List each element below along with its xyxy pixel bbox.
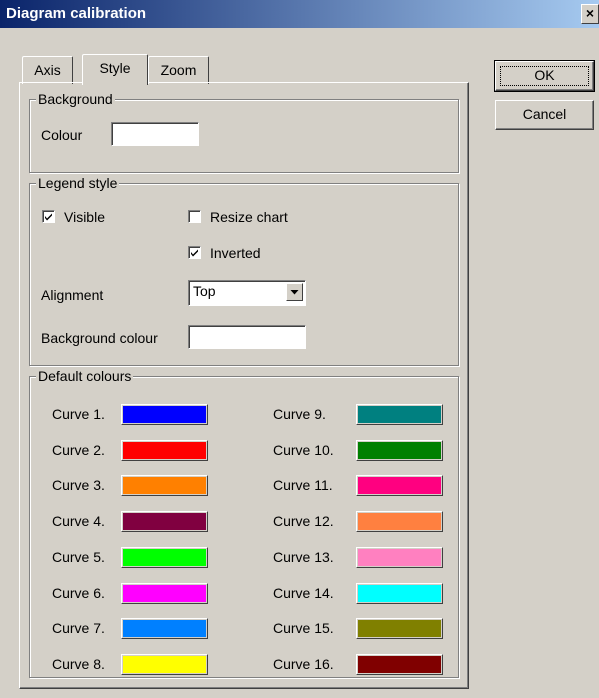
curve-colour-swatch (123, 548, 206, 566)
curve-label: Curve 16. (273, 655, 334, 672)
resize-chart-checkbox[interactable] (188, 210, 201, 223)
tab-axis[interactable]: Axis (22, 56, 73, 84)
default-colours-group-title: Default colours (36, 368, 134, 384)
legend-background-colour-field[interactable] (188, 325, 306, 349)
curve-colour-button[interactable] (121, 404, 208, 425)
tab-zoom[interactable]: Zoom (148, 56, 209, 84)
alignment-value: Top (193, 283, 216, 299)
checkmark-icon (45, 213, 52, 221)
curve-colour-button[interactable] (121, 439, 208, 461)
background-group-title: Background (36, 91, 115, 107)
curve-label: Curve 15. (273, 620, 334, 637)
curve-label: Curve 6. (52, 584, 105, 601)
curve-colour-button[interactable] (121, 582, 208, 604)
curve-colour-swatch (123, 406, 206, 423)
alignment-select[interactable]: Top (188, 280, 306, 306)
alignment-dropdown-button[interactable] (286, 283, 303, 301)
curve-colour-button[interactable] (356, 546, 443, 568)
curve-colour-button[interactable] (121, 618, 208, 640)
legend-style-group-title: Legend style (36, 175, 120, 191)
curve-colour-button[interactable] (356, 618, 443, 640)
inverted-label: Inverted (210, 245, 261, 261)
style-tab-panel: Background Colour Legend style Visible R… (19, 82, 469, 689)
curve-label: Curve 8. (52, 655, 105, 672)
close-icon: × (585, 5, 595, 21)
window-title: Diagram calibration (6, 5, 147, 22)
resize-chart-label: Resize chart (210, 209, 288, 225)
curve-colour-button[interactable] (121, 511, 208, 533)
curve-label: Curve 9. (273, 406, 326, 422)
ok-button[interactable]: OK (494, 60, 595, 92)
focus-rect (500, 66, 589, 86)
curve-colour-swatch (358, 620, 441, 638)
curve-label: Curve 10. (273, 441, 334, 458)
curve-colour-swatch (358, 406, 441, 423)
background-colour-label: Background colour (41, 330, 158, 346)
curve-colour-button[interactable] (121, 546, 208, 568)
curve-colour-swatch (123, 620, 206, 638)
close-button[interactable]: × (581, 4, 599, 24)
background-colour-field[interactable] (111, 122, 199, 146)
curve-colour-button[interactable] (356, 582, 443, 604)
curve-colour-button[interactable] (121, 653, 208, 675)
curve-colour-button[interactable] (356, 475, 443, 497)
visible-label: Visible (64, 209, 105, 225)
inverted-checkbox[interactable] (188, 246, 201, 259)
colour-label: Colour (41, 127, 83, 143)
curve-colour-swatch (358, 477, 441, 495)
chevron-down-icon (290, 290, 299, 295)
curve-label: Curve 7. (52, 620, 105, 637)
default-colours-group: Default colours Curve 1. Curve 2. Curve 3.… (29, 368, 459, 678)
curve-colour-swatch (358, 513, 441, 531)
curve-colour-button[interactable] (356, 653, 443, 675)
curve-colour-swatch (358, 655, 441, 673)
legend-style-group: Legend style Visible Resize chart Invert… (29, 175, 459, 366)
background-group: Background Colour (29, 91, 459, 173)
curve-label: Curve 13. (273, 548, 334, 565)
curve-label: Curve 3. (52, 477, 105, 494)
curve-colour-swatch (123, 513, 206, 531)
curve-colour-button[interactable] (356, 511, 443, 533)
curve-label: Curve 14. (273, 584, 334, 601)
checkmark-icon (191, 249, 198, 257)
curve-label: Curve 4. (52, 513, 105, 530)
curve-label: Curve 11. (273, 477, 333, 494)
curve-colour-swatch (358, 548, 441, 566)
title-bar: Diagram calibration × (0, 0, 599, 28)
curve-colour-button[interactable] (356, 439, 443, 461)
curve-colour-swatch (123, 441, 206, 459)
curve-colour-swatch (123, 477, 206, 495)
curve-label: Curve 5. (52, 548, 105, 565)
curve-label: Curve 2. (52, 441, 105, 458)
visible-checkbox[interactable] (42, 210, 55, 223)
alignment-label: Alignment (41, 287, 104, 303)
curve-colour-button[interactable] (121, 475, 208, 497)
curve-colour-swatch (123, 655, 206, 673)
curve-colour-button[interactable] (356, 404, 443, 425)
tab-style[interactable]: Style (82, 54, 148, 85)
cancel-label: Cancel (522, 106, 567, 122)
curve-colour-swatch (123, 584, 206, 602)
window-frame (0, 28, 4, 698)
curve-colour-swatch (358, 584, 441, 602)
curve-label: Curve 1. (52, 406, 105, 422)
curve-colour-swatch (358, 441, 441, 459)
cancel-button[interactable]: Cancel (495, 100, 594, 130)
curve-label: Curve 12. (273, 513, 334, 530)
